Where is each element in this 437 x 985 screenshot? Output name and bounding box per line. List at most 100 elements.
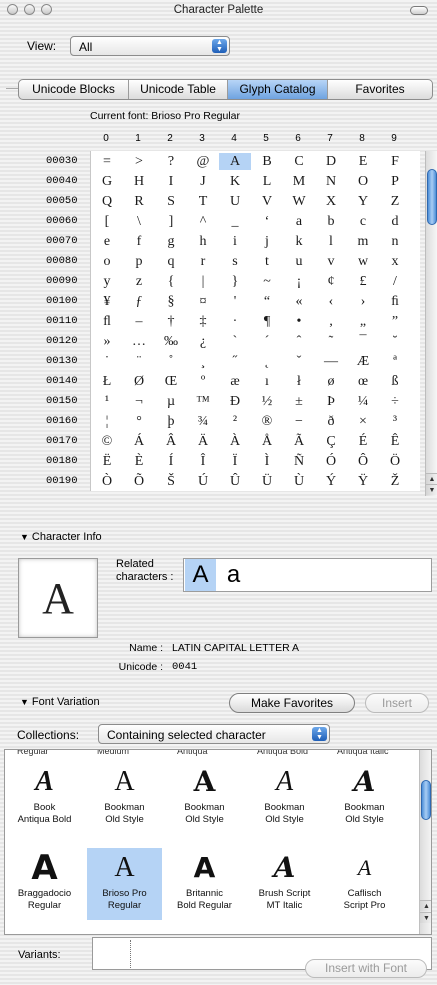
glyph-cell[interactable]: ] — [155, 213, 187, 230]
glyph-cell[interactable]: „ — [347, 313, 379, 330]
glyph-cell[interactable]: æ — [219, 373, 251, 390]
glyph-cell[interactable]: F — [379, 153, 411, 170]
glyph-cell[interactable]: ¾ — [187, 413, 219, 430]
glyph-cell[interactable]: Ù — [283, 473, 315, 490]
font-variation-item[interactable]: A Britannic Bold Regular — [167, 848, 242, 920]
glyph-cell[interactable]: ¼ — [347, 393, 379, 410]
font-list-scroll-thumb[interactable] — [421, 780, 431, 820]
glyph-cell[interactable]: i — [219, 233, 251, 250]
glyph-cell[interactable]: × — [347, 413, 379, 430]
disclosure-triangle-icon[interactable]: ▼ — [20, 697, 29, 707]
glyph-cell[interactable]: º — [187, 373, 219, 390]
glyph-cell[interactable]: D — [315, 153, 347, 170]
glyph-cell[interactable]: ° — [123, 413, 155, 430]
glyph-cell[interactable]: Á — [123, 433, 155, 450]
font-variation-item[interactable]: A Braggadocio Regular — [7, 848, 82, 920]
font-variation-header[interactable]: ▼ Font Variation — [20, 696, 100, 708]
glyph-cell[interactable]: n — [379, 233, 411, 250]
glyph-cell[interactable]: O — [347, 173, 379, 190]
glyph-cell[interactable]: h — [187, 233, 219, 250]
glyph-cell[interactable]: ¢ — [315, 273, 347, 290]
font-variation-item[interactable]: A Bookman Old Style — [247, 762, 322, 834]
glyph-cell[interactable]: _ — [219, 213, 251, 230]
glyph-cell[interactable]: b — [315, 213, 347, 230]
glyph-cell[interactable]: Í — [155, 453, 187, 470]
glyph-cell[interactable]: ™ — [187, 393, 219, 410]
glyph-cell[interactable]: j — [251, 233, 283, 250]
glyph-cell[interactable]: [ — [91, 213, 123, 230]
scroll-up-icon[interactable]: ▲ — [426, 473, 437, 484]
glyph-cell[interactable]: c — [347, 213, 379, 230]
glyph-cell[interactable]: W — [283, 193, 315, 210]
glyph-cell[interactable]: ³ — [379, 413, 411, 430]
glyph-cell[interactable]: a — [283, 213, 315, 230]
glyph-cell[interactable]: d — [379, 213, 411, 230]
character-info-header[interactable]: ▼ Character Info — [20, 531, 102, 543]
glyph-cell[interactable]: ¯ — [347, 333, 379, 350]
glyph-cell[interactable]: { — [155, 273, 187, 290]
glyph-cell[interactable]: Ã — [283, 433, 315, 450]
glyph-cell[interactable]: ˘ — [379, 333, 411, 350]
make-favorites-button[interactable]: Make Favorites — [229, 693, 355, 713]
glyph-cell[interactable]: ' — [219, 293, 251, 310]
glyph-cell[interactable]: ^ — [187, 213, 219, 230]
toolbar-toggle-icon[interactable] — [410, 6, 428, 15]
glyph-cell[interactable]: U — [219, 193, 251, 210]
glyph-cell[interactable]: ˜ — [315, 333, 347, 350]
glyph-cell[interactable]: ¶ — [251, 313, 283, 330]
glyph-cell[interactable]: w — [347, 253, 379, 270]
glyph-cell[interactable]: Ö — [379, 453, 411, 470]
glyph-cell[interactable]: z — [123, 273, 155, 290]
glyph-cell[interactable]: Ü — [251, 473, 283, 490]
glyph-cell[interactable]: ø — [315, 373, 347, 390]
glyph-cell[interactable]: Þ — [315, 393, 347, 410]
glyph-cell[interactable]: ß — [379, 373, 411, 390]
glyph-cell[interactable]: Ä — [187, 433, 219, 450]
glyph-cell[interactable]: H — [123, 173, 155, 190]
glyph-cell[interactable]: » — [91, 333, 123, 350]
glyph-cell[interactable]: « — [283, 293, 315, 310]
glyph-cell[interactable]: K — [219, 173, 251, 190]
glyph-cell[interactable]: l — [315, 233, 347, 250]
glyph-cell[interactable]: › — [347, 293, 379, 310]
glyph-cell[interactable]: Û — [219, 473, 251, 490]
glyph-cell[interactable]: v — [315, 253, 347, 270]
glyph-cell[interactable]: ﬂ — [91, 313, 123, 330]
glyph-cell[interactable]: ¹ — [91, 393, 123, 410]
glyph-cell[interactable]: g — [155, 233, 187, 250]
glyph-cell[interactable]: ƒ — [123, 293, 155, 310]
related-char[interactable]: A — [185, 559, 216, 591]
glyph-cell[interactable]: … — [123, 333, 155, 350]
glyph-cell[interactable]: Ñ — [283, 453, 315, 470]
glyph-cell[interactable]: ˝ — [219, 353, 251, 370]
tab-favorites[interactable]: Favorites — [328, 80, 432, 99]
glyph-cell[interactable]: R — [123, 193, 155, 210]
glyph-cell[interactable]: ‰ — [155, 333, 187, 350]
glyph-cell[interactable]: T — [187, 193, 219, 210]
tab-glyph-catalog[interactable]: Glyph Catalog — [228, 80, 328, 99]
collections-select[interactable]: Containing selected character ▲ ▼ — [98, 724, 330, 744]
glyph-cell[interactable]: Â — [155, 433, 187, 450]
glyph-cell[interactable]: C — [283, 153, 315, 170]
glyph-cell[interactable]: ¤ — [187, 293, 219, 310]
glyph-cell[interactable]: ˛ — [251, 353, 283, 370]
glyph-cell[interactable]: Õ — [123, 473, 155, 490]
glyph-cell[interactable]: p — [123, 253, 155, 270]
glyph-cell[interactable]: ² — [219, 413, 251, 430]
glyph-grid-scroll-thumb[interactable] — [427, 169, 437, 225]
glyph-cell[interactable]: ¿ — [187, 333, 219, 350]
font-variation-item[interactable]: A Bookman Old Style — [327, 762, 402, 834]
glyph-cell[interactable]: r — [187, 253, 219, 270]
glyph-cell[interactable]: E — [347, 153, 379, 170]
insert-with-font-button[interactable]: Insert with Font — [305, 959, 427, 978]
glyph-cell[interactable]: ½ — [251, 393, 283, 410]
glyph-cell[interactable]: ¥ — [91, 293, 123, 310]
glyph-cell[interactable]: q — [155, 253, 187, 270]
glyph-cell[interactable]: ‡ — [187, 313, 219, 330]
glyph-cell[interactable]: / — [379, 273, 411, 290]
glyph-cell[interactable]: Z — [379, 193, 411, 210]
glyph-cell[interactable]: § — [155, 293, 187, 310]
glyph-cell[interactable]: À — [219, 433, 251, 450]
glyph-cell[interactable]: − — [283, 413, 315, 430]
glyph-cell[interactable]: ð — [315, 413, 347, 430]
